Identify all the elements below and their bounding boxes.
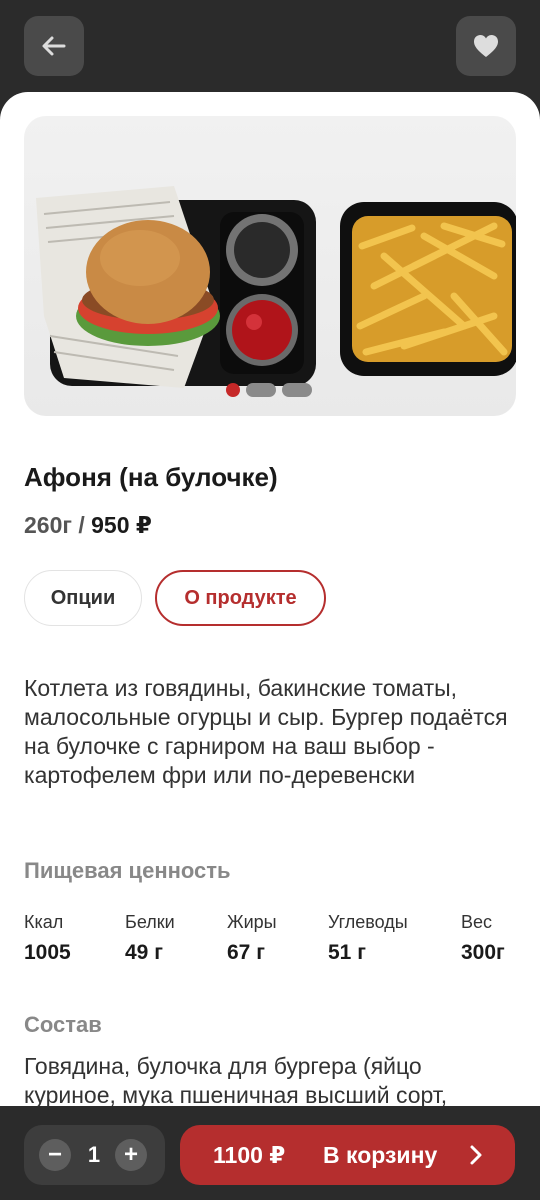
product-weight: 260г /	[24, 512, 85, 538]
nutrition-item-carbs: Углеводы 51 г	[328, 912, 408, 965]
product-description: Котлета из говядины, бакинские томаты, м…	[24, 675, 508, 788]
tab-about-product[interactable]: О продукте	[155, 570, 326, 626]
nutrition-label: Углеводы	[328, 912, 408, 932]
increase-quantity-button[interactable]: +	[115, 1139, 147, 1171]
back-button[interactable]	[24, 16, 84, 76]
product-title: Афоня (на булочке)	[24, 462, 278, 492]
nutrition-label: Вес	[461, 912, 493, 932]
nutrition-item-weight: Вес 300г	[461, 912, 505, 965]
product-price-value: 950 ₽	[91, 512, 152, 538]
nutrition-value: 49 г	[125, 941, 163, 964]
nutrition-value: 1005	[24, 941, 71, 964]
cart-label: В корзину	[323, 1142, 438, 1168]
bottom-bar: − 1 + 1100 ₽ В корзину	[0, 1106, 540, 1200]
add-to-cart-button[interactable]: 1100 ₽ В корзину	[180, 1125, 515, 1185]
product-sheet: Афоня (на булочке) 260г / 950 ₽ Опции О …	[0, 92, 540, 1106]
composition-heading: Состав	[24, 1012, 102, 1037]
decrease-quantity-button[interactable]: −	[39, 1139, 71, 1171]
tab-options[interactable]: Опции	[24, 570, 142, 626]
carousel-dot-1[interactable]	[226, 383, 240, 397]
nutrition-heading: Пищевая ценность	[24, 858, 231, 883]
nutrition-label: Жиры	[227, 912, 277, 932]
quantity-stepper: − 1 +	[24, 1125, 165, 1185]
favorite-button[interactable]	[456, 16, 516, 76]
composition-text: Говядина, булочка для бургера (яйцо кури…	[24, 1053, 448, 1106]
arrow-left-icon	[42, 36, 66, 56]
product-price: 260г / 950 ₽	[24, 512, 152, 539]
product-image-carousel[interactable]	[24, 116, 516, 416]
carousel-dot-3[interactable]	[282, 383, 312, 397]
carousel-indicator	[226, 383, 312, 397]
nutrition-label: Ккал	[24, 912, 64, 932]
nutrition-value: 51 г	[328, 941, 366, 964]
cart-price: 1100 ₽	[213, 1142, 286, 1168]
nutrition-value: 300г	[461, 941, 505, 964]
nutrition-label: Белки	[125, 912, 175, 932]
nutrition-item-kcal: Ккал 1005	[24, 912, 71, 965]
chevron-right-icon	[470, 1145, 482, 1165]
nutrition-item-fat: Жиры 67 г	[227, 912, 277, 965]
nutrition-item-protein: Белки 49 г	[125, 912, 175, 965]
heart-icon	[474, 35, 498, 57]
carousel-dot-2[interactable]	[246, 383, 276, 397]
nutrition-value: 67 г	[227, 941, 265, 964]
burger-with-fries-photo	[36, 186, 516, 388]
quantity-value: 1	[87, 1142, 101, 1167]
